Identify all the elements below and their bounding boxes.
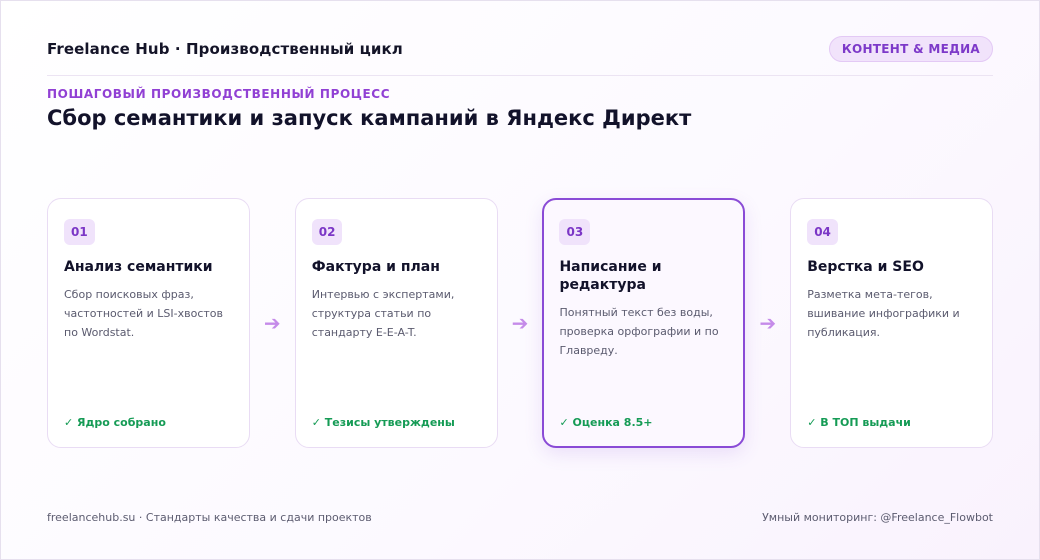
header-divider <box>47 75 993 76</box>
step-status: ✓ Ядро собрано <box>64 416 166 429</box>
step-title: Анализ семантики <box>64 259 213 275</box>
step-status: ✓ Оценка 8.5+ <box>559 416 653 429</box>
step-number: 04 <box>807 219 838 245</box>
footer-site-link[interactable]: freelancehub.su · Стандарты качества и с… <box>47 511 372 524</box>
step-card-4[interactable]: 04 Верстка и SEO Разметка мета-тегов, вш… <box>790 198 993 448</box>
step-card-1[interactable]: 01 Анализ семантики Сбор поисковых фраз,… <box>47 198 250 448</box>
footer-bot-link[interactable]: Умный мониторинг: @Freelance_Flowbot <box>762 511 993 524</box>
step-card-2[interactable]: 02 Фактура и план Интервью с экспертами,… <box>294 198 498 448</box>
step-status: ✓ Тезисы утверждены <box>311 416 455 429</box>
step-card-3-active[interactable]: 03 Написание и редактура Понятный текст … <box>542 198 746 448</box>
step-number: 02 <box>311 219 343 245</box>
step-description: Интервью с экспертами, структура статьи … <box>311 288 455 339</box>
brand-title: Freelance Hub · Производственный цикл <box>47 40 403 58</box>
step-status: ✓ В ТОП выдачи <box>807 416 911 429</box>
step-title: Фактура и план <box>311 259 440 275</box>
arrow-right-icon: ➔ <box>759 311 777 335</box>
step-description: Разметка мета-тегов, вшивание инфографик… <box>807 288 960 339</box>
step-description: Понятный текст без воды, проверка орфогр… <box>559 306 719 357</box>
step-description: Сбор поисковых фраз, частотностей и LSI-… <box>64 288 223 339</box>
arrow-right-icon: ➔ <box>263 311 281 335</box>
section-eyebrow: ПОШАГОВЫЙ ПРОИЗВОДСТВЕННЫЙ ПРОЦЕСС <box>47 87 391 101</box>
page-title: Сбор семантики и запуск кампаний в Яндек… <box>47 106 692 130</box>
process-steps: 01 Анализ семантики Сбор поисковых фраз,… <box>47 198 993 448</box>
step-title: Верстка и SEO <box>807 259 924 275</box>
step-number: 01 <box>64 219 95 245</box>
step-title: Написание и редактура <box>559 259 662 293</box>
step-number: 03 <box>559 219 591 245</box>
header: Freelance Hub · Производственный цикл КО… <box>47 34 993 64</box>
category-badge[interactable]: КОНТЕНТ & МЕДИА <box>828 36 993 62</box>
arrow-right-icon: ➔ <box>511 311 529 335</box>
